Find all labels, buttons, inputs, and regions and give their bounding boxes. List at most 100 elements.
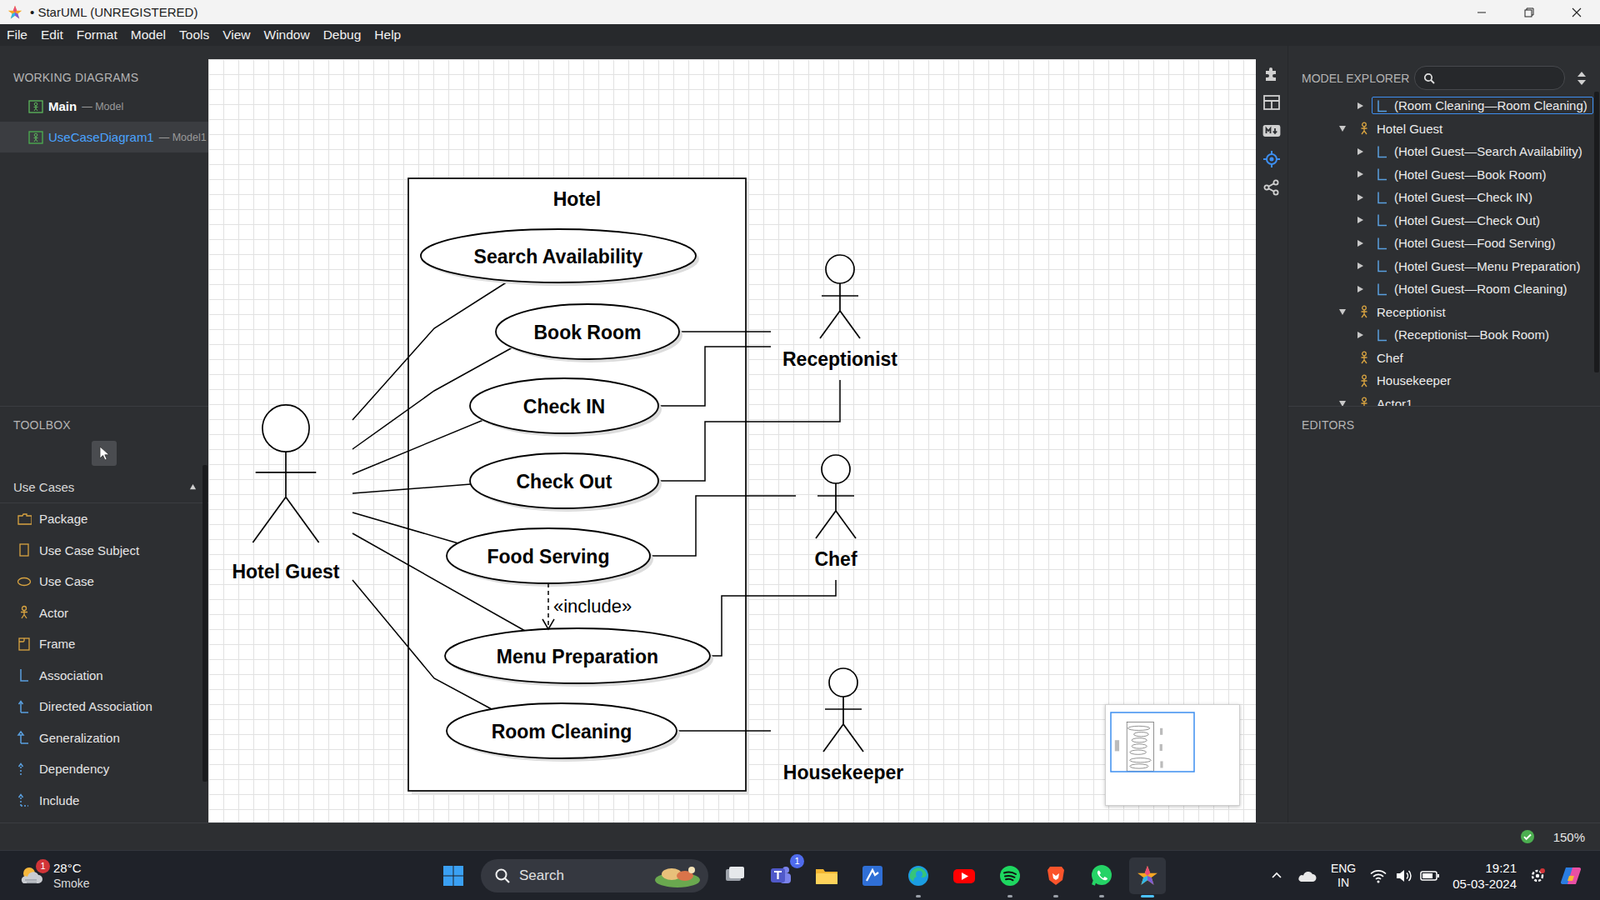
working-diagram-item[interactable]: UseCaseDiagram1— Model1 [0, 121, 209, 153]
toolbox-section-header[interactable]: Use Cases [0, 471, 209, 504]
taskbar-search[interactable]: Search [480, 859, 709, 893]
collapsed-arrow-icon[interactable] [1355, 193, 1365, 202]
tree-item[interactable]: (Room Cleaning—Room Cleaning) [1288, 94, 1600, 118]
taskbar-app[interactable] [1083, 857, 1120, 895]
tree-item[interactable]: Housekeeper [1288, 369, 1600, 393]
menu-item[interactable]: Edit [34, 24, 70, 46]
minimize-button[interactable] [1457, 0, 1505, 25]
tree-item[interactable]: (Hotel Guest—Room Cleaning) [1288, 277, 1600, 301]
association-line[interactable] [710, 580, 836, 656]
onedrive-button[interactable] [1294, 859, 1320, 893]
toolbox-item[interactable]: Directed Association [0, 690, 209, 723]
association-line[interactable] [676, 730, 771, 732]
association-line[interactable] [352, 420, 484, 475]
expanded-arrow-icon[interactable] [1338, 124, 1347, 133]
use-case[interactable]: Room Cleaning [446, 703, 680, 762]
sort-button[interactable] [1575, 70, 1589, 87]
menu-item[interactable]: Model [124, 24, 173, 46]
minimap-viewport[interactable] [1110, 712, 1195, 772]
explorer-scrollbar[interactable] [1594, 91, 1600, 373]
toolbox-item[interactable]: Frame [0, 628, 209, 660]
toolbox-item[interactable]: Package [0, 503, 209, 535]
taskbar-app[interactable] [945, 857, 983, 895]
close-button[interactable] [1552, 0, 1600, 25]
markdown-button[interactable] [1261, 121, 1282, 140]
toolbox-item[interactable]: Include [0, 785, 209, 817]
tree-item[interactable]: Hotel Guest [1288, 117, 1600, 141]
use-case[interactable]: Search Availability [420, 229, 700, 286]
taskbar-app[interactable] [991, 857, 1029, 895]
tree-item[interactable]: (Hotel Guest—Book Room) [1288, 163, 1600, 187]
weather-widget[interactable]: 128°CSmoke [0, 860, 435, 891]
taskbar-app[interactable] [716, 857, 754, 895]
quick-settings-button[interactable] [1367, 859, 1443, 893]
expanded-arrow-icon[interactable] [1338, 399, 1347, 406]
menu-item[interactable]: View [215, 24, 257, 46]
toolbox-item[interactable]: Generalization [0, 722, 209, 755]
pointer-tool-button[interactable] [91, 440, 117, 466]
expanded-arrow-icon[interactable] [189, 483, 197, 491]
collapsed-arrow-icon[interactable] [1355, 261, 1365, 270]
toolbox-item[interactable]: Actor [0, 597, 209, 630]
tree-item[interactable]: Chef [1288, 346, 1600, 370]
collapsed-arrow-icon[interactable] [1355, 285, 1365, 294]
menu-item[interactable]: Tools [172, 24, 216, 46]
toolbox-item[interactable]: Dependency [0, 753, 209, 785]
actor[interactable]: Receptionist [782, 255, 898, 370]
restore-button[interactable] [1505, 0, 1553, 25]
use-case[interactable]: Menu Preparation [445, 628, 714, 687]
clock[interactable]: 19:2105-03-2024 [1450, 860, 1519, 892]
expanded-arrow-icon[interactable] [1338, 307, 1347, 316]
taskbar-app[interactable] [854, 857, 891, 895]
taskbar-app[interactable] [1037, 857, 1075, 895]
taskbar-app[interactable] [900, 857, 937, 895]
collapsed-arrow-icon[interactable] [1355, 101, 1365, 110]
collapsed-arrow-icon[interactable] [1355, 170, 1365, 179]
layout-button[interactable] [1261, 93, 1282, 112]
subject-frame[interactable]: Hotel [408, 178, 750, 795]
tree-item[interactable]: Receptionist [1288, 300, 1600, 325]
tree-item[interactable]: (Hotel Guest—Menu Preparation) [1288, 255, 1600, 279]
use-case[interactable]: Check Out [470, 453, 662, 512]
use-case[interactable]: Book Room [495, 304, 683, 363]
toolbox-item[interactable]: Use Case [0, 565, 209, 598]
toolbox-item[interactable]: Association [0, 660, 209, 692]
minimap[interactable] [1105, 704, 1240, 806]
toolbox-scrollbar[interactable] [202, 465, 208, 782]
toolbox-item[interactable]: Use Case Subject [0, 535, 209, 567]
actor[interactable]: Housekeeper [783, 668, 905, 784]
tree-item[interactable]: (Receptionist—Book Room) [1288, 323, 1600, 347]
collapsed-arrow-icon[interactable] [1355, 215, 1365, 225]
actor[interactable]: Hotel Guest [231, 405, 340, 583]
use-case-diagram[interactable]: HotelSearch Availability Book Room Check I… [208, 59, 1256, 823]
actor[interactable]: Chef [814, 455, 857, 570]
navigator-button[interactable] [1261, 150, 1282, 169]
association-line[interactable] [352, 512, 459, 544]
menu-item[interactable]: Window [257, 24, 317, 46]
association-line[interactable] [658, 346, 771, 406]
menu-item[interactable]: Debug [316, 24, 369, 46]
collapsed-arrow-icon[interactable] [1355, 147, 1365, 156]
include-relation[interactable]: «include» [542, 583, 632, 630]
language-indicator[interactable]: ENGIN [1327, 861, 1360, 890]
taskbar-app[interactable] [808, 857, 845, 895]
share-button[interactable] [1261, 178, 1282, 197]
menu-item[interactable]: Format [70, 24, 125, 46]
menu-item[interactable]: File [0, 24, 35, 46]
taskbar-app[interactable]: 1 [762, 857, 800, 895]
start-button[interactable] [435, 857, 472, 895]
tree-item[interactable]: (Hotel Guest—Check IN) [1288, 185, 1600, 210]
tree-item[interactable]: (Hotel Guest—Search Availability) [1288, 140, 1600, 164]
collapsed-arrow-icon[interactable] [1355, 330, 1365, 340]
collapsed-arrow-icon[interactable] [1355, 239, 1365, 248]
association-line[interactable] [679, 330, 771, 333]
association-line[interactable] [658, 380, 840, 481]
model-search-input[interactable] [1440, 70, 1565, 86]
association-line[interactable] [352, 484, 471, 494]
tree-item[interactable]: (Hotel Guest—Check Out) [1288, 209, 1600, 233]
show-hidden-icons-button[interactable] [1267, 859, 1286, 893]
working-diagram-item[interactable]: Main— Model [0, 90, 209, 122]
zoom-level[interactable]: 150% [1553, 830, 1585, 845]
use-case[interactable]: Check IN [470, 378, 662, 437]
tree-item[interactable]: Actor1 [1288, 392, 1600, 407]
